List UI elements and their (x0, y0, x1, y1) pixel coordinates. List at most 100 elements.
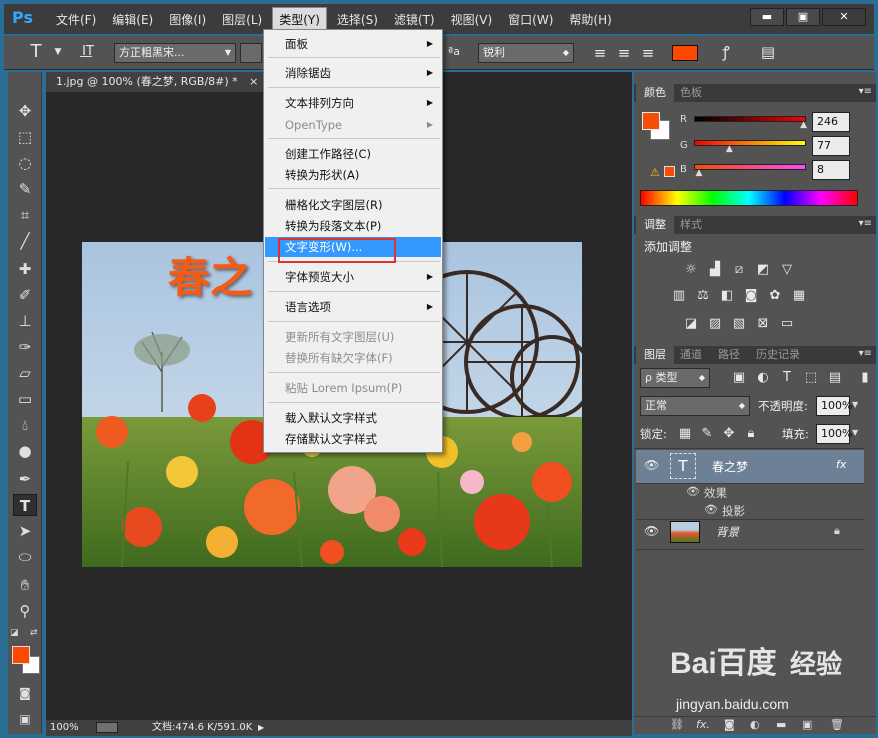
marquee-tool-icon[interactable]: ⬚ (13, 126, 37, 148)
lock-position-icon[interactable]: ✥ (720, 426, 738, 442)
menu-window[interactable]: 窗口(W) (502, 8, 559, 31)
add-style-icon[interactable]: fx. (696, 718, 710, 731)
color-lookup-icon[interactable]: ▦ (790, 288, 808, 304)
menu-filter[interactable]: 滤镜(T) (388, 8, 441, 31)
link-layers-icon[interactable]: ⛓ (670, 718, 684, 731)
status-preview-icon[interactable] (96, 722, 118, 733)
align-left-icon[interactable]: ≡ (590, 43, 610, 63)
tab-styles[interactable]: 样式 (672, 216, 710, 234)
font-family-select[interactable]: 方正粗黑宋... ▼ (114, 43, 236, 63)
path-selection-tool-icon[interactable]: ➤ (13, 520, 37, 542)
fill-dropdown-icon[interactable]: ▼ (852, 428, 858, 437)
color-balance-icon[interactable]: ⚖ (694, 288, 712, 304)
gradient-map-icon[interactable]: ▭ (778, 316, 796, 332)
tab-channels[interactable]: 通道 (672, 346, 710, 364)
b-value-field[interactable]: 8 (812, 160, 850, 180)
panel-menu-icon[interactable]: ▾≡ (859, 348, 872, 359)
g-slider-thumb[interactable]: ▲ (726, 144, 733, 154)
default-colors-icon[interactable]: ◪ (10, 628, 19, 638)
visibility-eye-icon[interactable]: 👁︎ (644, 458, 660, 472)
menu-item-anti-alias[interactable]: 消除锯齿 ▶ (265, 63, 441, 83)
visibility-eye-icon[interactable]: 👁︎ (644, 524, 660, 538)
text-color-swatch[interactable] (672, 45, 698, 61)
layer-row-background[interactable]: 👁︎ 背景 🔒︎ (636, 516, 864, 550)
layer-effects-row[interactable]: 👁︎ 效果 (636, 484, 864, 502)
status-menu-arrow-icon[interactable]: ▶ (258, 720, 264, 736)
filter-adjustment-icon[interactable]: ◐ (754, 370, 772, 386)
lock-transparent-icon[interactable]: ▦ (676, 426, 694, 442)
menu-item-convert-to-shape[interactable]: 转换为形状(A) (265, 165, 441, 185)
clone-stamp-tool-icon[interactable]: ⊥ (13, 310, 37, 332)
text-orientation-icon[interactable]: I͟T (78, 42, 98, 62)
tab-swatches[interactable]: 色板 (672, 84, 710, 102)
quick-mask-icon[interactable]: ◙ (13, 682, 37, 704)
panel-menu-icon[interactable]: ▾≡ (859, 86, 872, 97)
menu-help[interactable]: 帮助(H) (563, 8, 617, 31)
dodge-tool-icon[interactable]: ● (13, 440, 37, 462)
zoom-tool-icon[interactable]: ⚲ (13, 600, 37, 622)
menu-item-text-orientation[interactable]: 文本排列方向 ▶ (265, 93, 441, 113)
menu-item-font-preview-size[interactable]: 字体预览大小 ▶ (265, 267, 441, 287)
menu-file[interactable]: 文件(F) (50, 8, 102, 31)
type-tool-icon[interactable]: T (26, 42, 46, 62)
menu-item-create-work-path[interactable]: 创建工作路径(C) (265, 144, 441, 164)
filter-toggle-icon[interactable]: ▮ (856, 370, 874, 386)
blend-mode-select[interactable]: 正常 ◆ (640, 396, 750, 416)
tool-preset-chevron-icon[interactable]: ▼ (48, 42, 68, 62)
swap-colors-icon[interactable]: ⇄ (30, 628, 38, 638)
brightness-icon[interactable]: ☼ (682, 262, 700, 278)
threshold-icon[interactable]: ▧ (730, 316, 748, 332)
menu-item-language-options[interactable]: 语言选项 ▶ (265, 297, 441, 317)
quick-select-tool-icon[interactable]: ✎ (13, 178, 37, 200)
menu-type[interactable]: 类型(Y) (272, 6, 327, 32)
font-style-select[interactable] (240, 43, 262, 63)
menu-item-update-all-text[interactable]: 更新所有文字图层(U) (265, 327, 441, 347)
layer-name[interactable]: 春之梦 (712, 458, 748, 475)
layer-name[interactable]: 背景 (716, 524, 739, 540)
align-right-icon[interactable]: ≡ (638, 43, 658, 63)
ellipse-tool-icon[interactable]: ⬭ (13, 546, 37, 568)
filter-pixel-icon[interactable]: ▣ (730, 370, 748, 386)
r-value-field[interactable]: 246 (812, 112, 850, 132)
filter-smart-object-icon[interactable]: ▤ (826, 370, 844, 386)
menu-item-load-default-styles[interactable]: 载入默认文字样式 (265, 408, 441, 428)
add-mask-icon[interactable]: ◙ (724, 718, 735, 731)
curves-icon[interactable]: ⧄ (730, 262, 748, 278)
menu-edit[interactable]: 编辑(E) (106, 8, 159, 31)
tab-color[interactable]: 颜色 (636, 84, 674, 102)
restore-icon[interactable]: ▣ (786, 8, 820, 26)
screen-mode-icon[interactable]: ▣ (13, 708, 37, 730)
eraser-tool-icon[interactable]: ▱ (13, 362, 37, 384)
b-slider[interactable] (694, 164, 806, 170)
warp-text-icon[interactable]: ꝭ (716, 42, 736, 62)
menu-item-save-default-styles[interactable]: 存储默认文字样式 (265, 429, 441, 449)
black-white-icon[interactable]: ◧ (718, 288, 736, 304)
gradient-tool-icon[interactable]: ▭ (13, 388, 37, 410)
move-tool-icon[interactable]: ✥ (13, 100, 37, 122)
hue-saturation-icon[interactable]: ▥ (670, 288, 688, 304)
selective-color-icon[interactable]: ⊠ (754, 316, 772, 332)
filter-shape-icon[interactable]: ⬚ (802, 370, 820, 386)
fill-field[interactable]: 100% (816, 424, 852, 444)
panel-menu-icon[interactable]: ▾≡ (859, 218, 872, 229)
color-spectrum-bar[interactable] (640, 190, 858, 206)
crop-tool-icon[interactable]: ⌗ (13, 204, 37, 226)
tab-adjustments[interactable]: 调整 (636, 216, 674, 234)
new-layer-icon[interactable]: ▣ (802, 718, 812, 731)
new-group-icon[interactable]: ▬ (776, 718, 786, 731)
character-panel-icon[interactable]: ▤ (758, 42, 778, 62)
menu-select[interactable]: 选择(S) (331, 8, 384, 31)
channel-mixer-icon[interactable]: ✿ (766, 288, 784, 304)
history-brush-tool-icon[interactable]: ✑ (13, 336, 37, 358)
layer-row-text[interactable]: 👁︎ T 春之梦 fx (636, 450, 864, 484)
tab-paths[interactable]: 路径 (710, 346, 748, 364)
color-foreground-swatch[interactable] (642, 112, 660, 130)
tab-history[interactable]: 历史记录 (748, 346, 808, 364)
minimize-icon[interactable]: ▬ (750, 8, 784, 26)
delete-layer-icon[interactable]: 🗑︎ (830, 718, 844, 731)
menu-item-opentype[interactable]: OpenType ▶ (265, 115, 441, 135)
posterize-icon[interactable]: ▨ (706, 316, 724, 332)
menu-item-paste-lorem-ipsum[interactable]: 粘贴 Lorem Ipsum(P) (265, 378, 441, 398)
menu-item-panel[interactable]: 面板 ▶ (265, 34, 441, 54)
g-slider[interactable] (694, 140, 806, 146)
